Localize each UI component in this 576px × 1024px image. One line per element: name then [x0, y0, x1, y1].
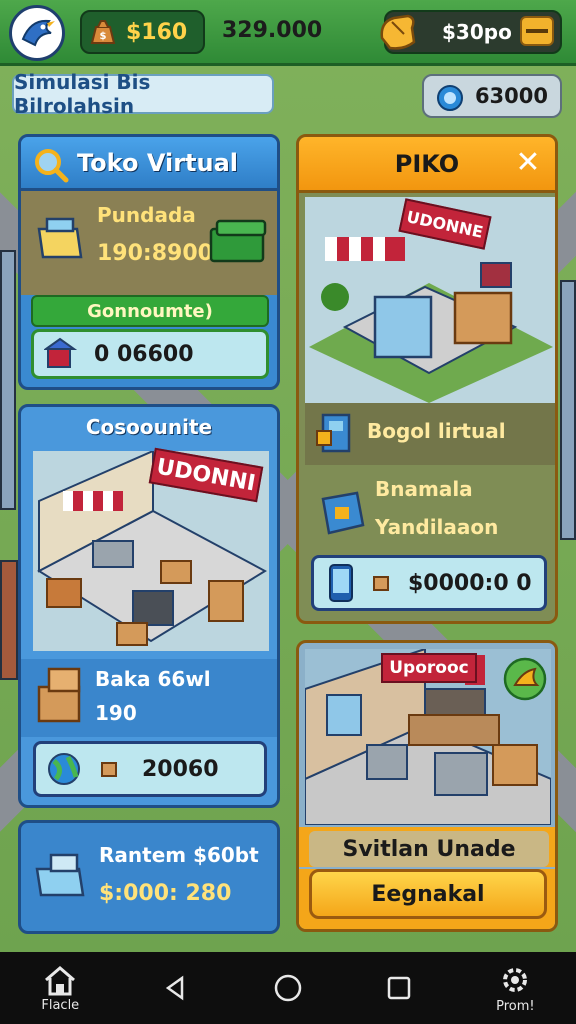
cash-stack-icon	[209, 219, 267, 263]
atm-icon	[316, 413, 351, 453]
piko-row1[interactable]: Bogol lirtual	[305, 403, 555, 465]
money-value: $160	[126, 19, 188, 45]
close-button[interactable]: ✕	[511, 146, 545, 180]
menu-button[interactable]	[520, 16, 554, 46]
piko-row2[interactable]: Bnamala Yandilaaon	[305, 467, 555, 557]
toko-item-row[interactable]: Pundada 190:8900	[21, 191, 277, 295]
building-right	[560, 280, 576, 540]
store-box-value: 20060	[142, 756, 219, 782]
bird-avatar-icon	[21, 19, 55, 47]
rent-line1: Rantem $60bt	[99, 843, 259, 867]
wrench-badge-icon	[503, 657, 547, 701]
toko-item-value: 190:8900	[97, 241, 213, 266]
store-panel-title: Cosoounite	[85, 415, 213, 439]
nav-home-label: Flacle	[41, 997, 80, 1013]
upgrade-sign: Uporooc	[381, 653, 477, 683]
register-icon-small	[35, 853, 85, 897]
premium-counter[interactable]: $30po	[380, 10, 562, 54]
toko-item-name: Pundada	[97, 203, 196, 227]
toko-panel-title: Toko Virtual	[77, 148, 239, 177]
menu-icon	[526, 29, 548, 33]
upgrade-button[interactable]: Eegnakal	[309, 869, 547, 919]
player-avatar[interactable]	[9, 5, 65, 61]
circle-home-icon	[274, 974, 301, 1002]
shopping-bag-icon	[321, 491, 365, 535]
nav-recents[interactable]	[385, 974, 413, 1002]
box-icon	[101, 762, 117, 777]
home-icon	[45, 965, 76, 995]
gear-icon	[503, 967, 528, 992]
upgrade-panel[interactable]: Uporooc Svitlan Unade Eegnakal	[296, 640, 558, 932]
rent-panel[interactable]: Rantem $60bt $:000: 280	[18, 820, 280, 934]
money-counter[interactable]: $ $160	[80, 10, 205, 54]
close-icon: ✕	[515, 145, 541, 180]
piko-row2-title: Bnamala	[375, 477, 473, 501]
box-stack-icon	[37, 667, 81, 723]
piko-panel-header: PIKO ✕	[299, 137, 555, 193]
toko-virtual-panel[interactable]: Toko Virtual Pundada 190:8900 Gonnoumte)…	[18, 134, 280, 390]
piko-row2-sub: Yandilaaon	[375, 515, 499, 539]
nav-home[interactable]: Flacle	[41, 964, 79, 1013]
rent-line2: $:000: 280	[99, 881, 232, 906]
store-value-box[interactable]: 20060	[33, 741, 267, 797]
recents-icon	[388, 976, 411, 1000]
building-left	[0, 250, 16, 510]
piko-value-box[interactable]: $0000:0 0	[311, 555, 547, 611]
toko-value-box[interactable]: 0 06600	[31, 329, 269, 379]
gems-counter[interactable]: 63000	[422, 74, 562, 118]
gems-value: 63000	[474, 84, 548, 108]
hand-coin-icon	[380, 14, 416, 50]
back-icon	[165, 975, 184, 1001]
shop-icon	[44, 337, 78, 368]
nav-settings-label: Prom!	[496, 998, 535, 1014]
piko-panel[interactable]: PIKO ✕ UDONNE Bogol lirtual Bnamala Yand…	[296, 134, 558, 624]
store-item-value: 190	[95, 701, 137, 725]
game-title: Simulasi Bis Bilrolahsin	[12, 70, 274, 118]
store-scene: UDONNI	[33, 447, 269, 651]
upgrade-label: Svitlan Unade	[309, 831, 549, 867]
svg-text:$: $	[100, 31, 107, 42]
gem-icon	[437, 85, 463, 111]
piko-panel-title: PIKO	[394, 149, 460, 178]
toko-box-value: 0 06600	[94, 341, 194, 367]
magnifier-icon	[35, 149, 69, 183]
piko-scene: UDONNE	[305, 197, 555, 403]
nav-settings[interactable]: Prom!	[496, 963, 535, 1014]
nav-circle-home[interactable]	[273, 973, 303, 1003]
building-left-bottom	[0, 560, 18, 680]
store-item-name: Baka 66wl	[95, 667, 211, 691]
phone-icon	[329, 564, 353, 602]
top-bar: $ $160 329.000 $30po	[0, 0, 576, 66]
toko-strip: Gonnoumte)	[31, 295, 269, 327]
globe-icon	[48, 753, 80, 785]
box-icon-2	[373, 576, 389, 591]
register-icon	[37, 217, 83, 259]
upgrade-scene: Uporooc	[304, 647, 552, 826]
premium-value: $30po	[442, 20, 512, 44]
money-bag-icon: $	[90, 20, 116, 44]
piko-row1-label: Bogol lirtual	[367, 419, 506, 443]
nav-back[interactable]	[162, 974, 190, 1002]
piko-box-value: $0000:0 0	[408, 570, 532, 596]
system-nav-bar: Flacle Prom!	[0, 952, 576, 1024]
store-panel[interactable]: Cosoounite UDONNI Baka 66wl 190 20060	[18, 404, 280, 808]
store-item-row[interactable]: Baka 66wl 190	[21, 659, 277, 737]
coins-counter: 329.000	[222, 18, 323, 43]
